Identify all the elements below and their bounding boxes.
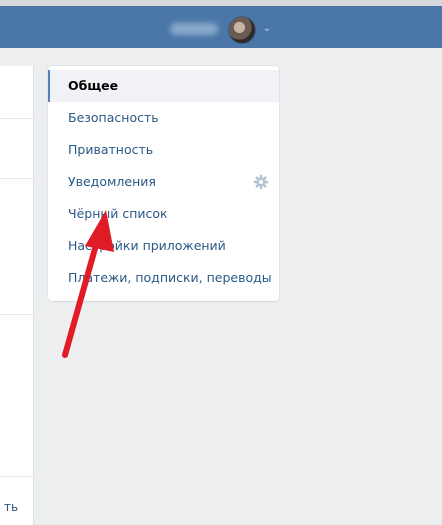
menu-item-general[interactable]: Общее [48,70,279,102]
settings-menu: Общее Безопасность Приватность Уведомлен… [48,66,279,301]
menu-item-label: Общее [68,78,119,93]
menu-item-label: Чёрный список [68,206,168,221]
left-content-panel [0,66,34,525]
divider [0,476,34,477]
left-panel-link[interactable]: ть [4,500,18,514]
divider [0,118,34,119]
menu-item-security[interactable]: Безопасность [48,102,279,134]
menu-item-label: Настройки приложений [68,238,226,253]
menu-item-blacklist[interactable]: Чёрный список [48,198,279,230]
menu-item-payments[interactable]: Платежи, подписки, переводы [48,262,279,294]
chevron-down-icon[interactable]: ⌄ [260,22,274,36]
menu-item-app-settings[interactable]: Настройки приложений [48,230,279,262]
divider [0,178,34,179]
top-bar: ⌄ [0,0,442,48]
menu-item-label: Уведомления [68,174,156,189]
menu-item-privacy[interactable]: Приватность [48,134,279,166]
menu-item-label: Приватность [68,142,154,157]
gear-icon[interactable] [253,174,269,190]
menu-item-label: Платежи, подписки, переводы [68,270,272,285]
menu-item-label: Безопасность [68,110,159,125]
menu-item-notifications[interactable]: Уведомления [48,166,279,198]
divider [0,314,34,315]
blurred-username[interactable] [170,23,218,35]
user-avatar[interactable] [228,16,256,44]
